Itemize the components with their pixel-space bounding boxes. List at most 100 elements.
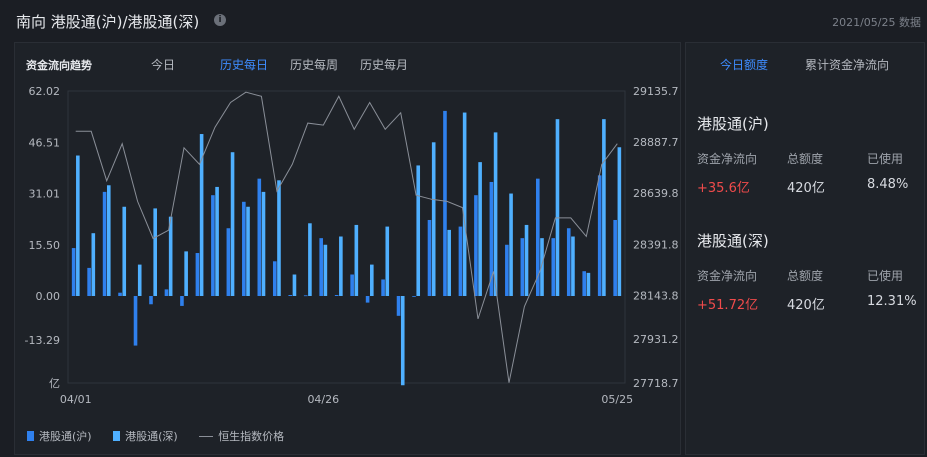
bar-hu [242, 201, 246, 296]
col-head-net-flow: 资金净流向 [697, 152, 758, 166]
y-right-tick-label: 28391.8 [633, 238, 679, 251]
bar-shen [617, 147, 622, 296]
net-flow-value: +35.6亿 [697, 181, 750, 196]
used-value: 12.31% [867, 294, 917, 309]
bar-hu [412, 296, 416, 297]
bar-shen [292, 274, 297, 296]
legend-label-shen: 港股通(深) [125, 430, 178, 443]
bar-shen [493, 132, 498, 296]
bar-hu [118, 292, 122, 296]
bar-shen [555, 119, 560, 296]
tab-today[interactable]: 今日 [151, 56, 175, 73]
bar-shen [462, 112, 467, 296]
bar-hu [226, 228, 231, 296]
tab-cumulative-flow[interactable]: 累计资金净流向 [805, 56, 889, 73]
bar-hu [272, 261, 277, 296]
net-flow-value: +51.72亿 [697, 298, 759, 313]
data-date-note: 2021/05/25 数据 [832, 16, 921, 29]
legend-label-hsi: 恒生指数价格 [218, 430, 285, 443]
bar-shen [76, 155, 80, 296]
bar-hu [396, 296, 401, 316]
x-tick-label: 04/26 [307, 393, 339, 406]
quota-block-title: 港股通(深) [697, 232, 769, 250]
tab-history-weekly[interactable]: 历史每周 [290, 56, 338, 73]
bar-shen [524, 224, 529, 296]
bar-shen [586, 272, 591, 296]
bar-shen [122, 206, 127, 296]
plot-frame [67, 90, 626, 384]
legend-item-shen[interactable]: 港股通(深) [113, 428, 178, 444]
y-left-tick-label: -13.29 [25, 334, 60, 347]
info-circle-icon[interactable]: i [214, 14, 226, 26]
legend-swatch-hu [27, 431, 34, 441]
used-value: 8.48% [867, 177, 909, 192]
bar-hu [334, 295, 339, 296]
bar-shen [184, 251, 188, 296]
bar-shen [137, 264, 142, 296]
bar-hu [195, 253, 200, 296]
chart-panel: 资金流向趋势 今日 历史每日 历史每周 历史每月 62.02 46.51 31.01… [14, 42, 681, 455]
legend-item-hsi[interactable]: 恒生指数价格 [199, 428, 284, 444]
y-left-tick-label: 0.00 [36, 290, 61, 303]
fund-flow-chart: 62.02 46.51 31.01 15.50 0.00 -13.29 亿 29135.7 28… [25, 85, 679, 406]
legend-label-hu: 港股通(沪) [39, 430, 92, 443]
y-left-tick-label: 31.01 [29, 188, 61, 201]
bar-hu [87, 267, 91, 296]
y-left-tick-label: 15.50 [29, 239, 61, 252]
bar-shen [478, 162, 482, 296]
bar-shen [106, 185, 111, 296]
legend-item-hu[interactable]: 港股通(沪) [27, 428, 92, 444]
bar-hu [303, 295, 308, 297]
bar-hu [474, 195, 478, 296]
x-tick-label: 04/01 [60, 393, 92, 406]
bar-hu [211, 195, 215, 296]
page-header: 南向 港股通(沪)/港股通(深) i 2021/05/25 数据 [0, 0, 927, 42]
bar-shen [153, 208, 157, 296]
chart-legend: 港股通(沪) 港股通(深) 恒生指数价格 [27, 428, 302, 444]
bar-shen [509, 193, 513, 296]
col-head-net-flow: 资金净流向 [697, 269, 758, 283]
bar-shen [323, 244, 328, 296]
bar-shen [308, 223, 312, 296]
bar-shen [447, 229, 451, 296]
y-right-tick-label: 27931.2 [633, 333, 679, 346]
bar-shen [354, 224, 359, 296]
bar-shen [277, 180, 281, 296]
chart-section-label: 资金流向趋势 [26, 59, 92, 72]
bar-hu [133, 296, 138, 346]
y-right-tick-label: 29135.7 [633, 85, 679, 98]
bar-shen [261, 191, 266, 296]
legend-swatch-shen [113, 431, 121, 441]
bar-shen [339, 236, 343, 296]
bar-hu [597, 175, 602, 296]
bar-shen [431, 142, 436, 296]
chart-tabs: 资金流向趋势 今日 历史每日 历史每周 历史每月 [15, 43, 682, 83]
bar-hu [350, 274, 354, 296]
col-head-used: 已使用 [867, 152, 904, 166]
y-right-tick-label: 27718.7 [633, 377, 679, 390]
tab-history-monthly[interactable]: 历史每月 [360, 56, 408, 73]
bar-shen [246, 206, 250, 296]
bar-shen [385, 226, 390, 296]
quota-block-title: 港股通(沪) [697, 115, 769, 133]
page-title: 南向 港股通(沪)/港股通(深) [16, 13, 200, 31]
bar-hu [319, 238, 323, 296]
y-right-tick-label: 28639.8 [633, 187, 679, 200]
bar-hu [180, 296, 184, 306]
bar-hu [102, 191, 107, 296]
bar-hu [443, 110, 447, 296]
tab-today-quota[interactable]: 今日额度 [720, 56, 768, 73]
bar-hu [458, 226, 463, 296]
bar-shen [230, 152, 235, 296]
bar-hu [566, 228, 571, 296]
y-left-tick-label: 46.51 [29, 136, 61, 149]
quota-tabs: 今日额度 累计资金净流向 [686, 43, 926, 83]
bar-hu [427, 219, 432, 296]
quota-panel: 今日额度 累计资金净流向 港股通(沪) 资金净流向 总额度 已使用 +35.6亿… [685, 42, 925, 455]
tab-history-daily[interactable]: 历史每日 [220, 56, 268, 73]
y-right-tick-label: 28887.7 [633, 136, 679, 149]
col-head-used: 已使用 [867, 269, 904, 283]
bar-hu [288, 295, 293, 296]
bar-hu [71, 248, 76, 296]
total-quota-value: 420亿 [787, 181, 825, 196]
